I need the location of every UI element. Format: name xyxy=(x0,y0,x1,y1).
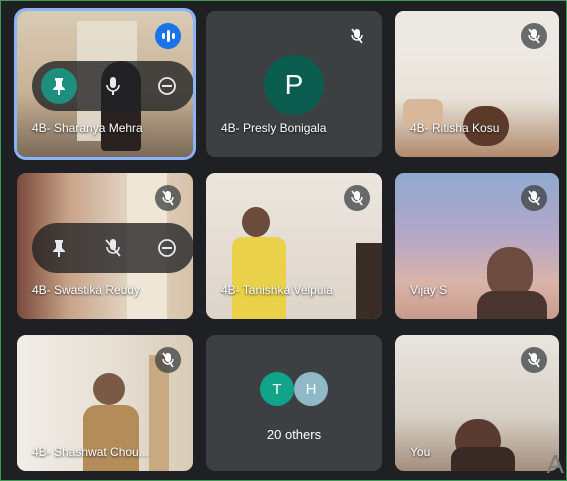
participant-name: 4B- Swastika Reddy xyxy=(32,283,141,297)
others-count: 20 others xyxy=(266,427,322,442)
watermark: A xyxy=(546,449,564,479)
participant-name: 4B- Tanishka Velpula xyxy=(221,283,333,297)
others-tile[interactable]: T H 20 others xyxy=(206,335,382,471)
mic-off-icon xyxy=(344,23,370,49)
participant-tile-sharanya[interactable]: 4B- Sharanya Mehra xyxy=(17,11,193,157)
mic-off-icon xyxy=(155,185,181,211)
mic-off-icon xyxy=(521,23,547,49)
participant-name: You xyxy=(410,445,431,459)
remove-icon[interactable] xyxy=(149,68,185,104)
participant-name: 4B- Sharanya Mehra xyxy=(32,121,143,135)
participant-tile-swastika[interactable]: 4B- Swastika Reddy xyxy=(17,173,193,319)
meeting-grid: 4B- Sharanya Mehra P 4B- Presly Bonigala… xyxy=(0,0,567,481)
participant-tile-vijay[interactable]: Vijay S xyxy=(395,173,559,319)
mic-off-icon xyxy=(521,347,547,373)
pin-icon[interactable] xyxy=(41,230,77,266)
participant-name: 4B- Presly Bonigala xyxy=(221,121,327,135)
speaking-indicator-icon xyxy=(155,23,181,49)
participant-tile-ritisha[interactable]: 4B- Ritisha Kosu xyxy=(395,11,559,157)
mic-off-icon xyxy=(155,347,181,373)
self-tile[interactable]: You xyxy=(395,335,559,471)
mic-off-icon xyxy=(521,185,547,211)
avatar: P xyxy=(264,55,324,115)
mic-off-icon[interactable] xyxy=(95,230,131,266)
avatar: T xyxy=(260,372,294,406)
participant-name: 4B- Shashwat Chou... xyxy=(32,445,149,459)
participant-name: Vijay S xyxy=(410,283,448,297)
remove-icon[interactable] xyxy=(149,230,185,266)
mic-off-icon xyxy=(344,185,370,211)
participant-name: 4B- Ritisha Kosu xyxy=(410,121,500,135)
participant-tile-shashwat[interactable]: 4B- Shashwat Chou... xyxy=(17,335,193,471)
participant-tile-tanishka[interactable]: 4B- Tanishka Velpula xyxy=(206,173,382,319)
tile-hover-controls xyxy=(32,223,193,273)
participant-tile-presly[interactable]: P 4B- Presly Bonigala xyxy=(206,11,382,157)
tile-hover-controls xyxy=(32,61,193,111)
avatar: H xyxy=(294,372,328,406)
pin-icon[interactable] xyxy=(41,68,77,104)
mic-icon[interactable] xyxy=(95,68,131,104)
